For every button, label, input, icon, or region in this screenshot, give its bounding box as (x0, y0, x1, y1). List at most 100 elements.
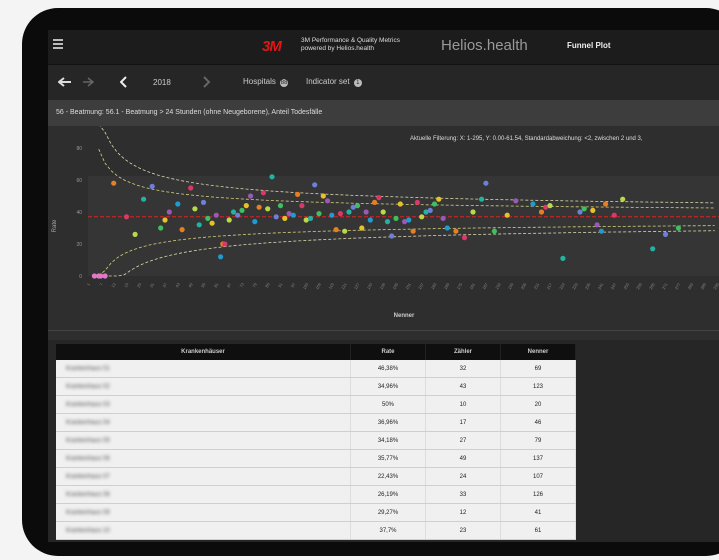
rate-cell: 34,18% (350, 431, 426, 450)
col-header-hospital[interactable]: Krankenhäuser (56, 344, 351, 360)
app-screen: 3M 3M Performance & Quality Metrics powe… (48, 30, 719, 542)
x-tick-label: 7 (98, 281, 104, 286)
rate-cell: 37,7% (350, 521, 426, 540)
data-point (192, 206, 198, 212)
hospital-name-cell: Krankenhaus 03 (56, 395, 351, 414)
table-row[interactable]: Krankenhaus 03 50% 10 20 (56, 395, 576, 414)
data-point (393, 215, 399, 221)
table-row[interactable]: Krankenhaus 08 26,19% 33 126 (56, 485, 576, 504)
forward-arrow-icon[interactable] (82, 77, 94, 87)
table-row[interactable]: Krankenhaus 05 34,18% 27 79 (56, 431, 576, 450)
hamburger-menu-icon[interactable] (53, 39, 63, 49)
data-point (282, 215, 288, 221)
hospital-name-cell: Krankenhaus 08 (56, 485, 351, 504)
table-row[interactable]: Krankenhaus 10 37,7% 23 61 (56, 521, 576, 540)
data-point (598, 228, 605, 234)
x-tick-label: 121 (340, 281, 348, 290)
hospital-name-cell: Krankenhaus 07 (56, 467, 351, 486)
hospitals-filter[interactable]: Hospitals 88 (243, 77, 289, 87)
data-point (372, 199, 378, 205)
funnel-plot-area: Aktuelle Filterung: X: 1-295, Y: 0.00-61… (48, 126, 719, 340)
zaehler-cell: 10 (425, 395, 501, 414)
data-point (162, 217, 168, 223)
data-point (149, 183, 155, 189)
zaehler-cell: 27 (425, 431, 501, 450)
data-point (213, 212, 219, 218)
data-point (406, 217, 412, 223)
col-header-nenner[interactable]: Nenner (500, 344, 576, 360)
data-point (397, 201, 403, 207)
table-row[interactable]: Krankenhaus 02 34,96% 43 123 (56, 377, 576, 396)
data-point (265, 206, 271, 212)
data-point (316, 211, 322, 217)
data-point (141, 196, 147, 202)
data-point (611, 212, 617, 218)
data-point (243, 203, 249, 209)
zaehler-cell: 32 (425, 360, 501, 378)
data-point (384, 219, 391, 225)
x-tick-label: 211 (533, 281, 541, 290)
data-point (218, 254, 224, 260)
data-point (354, 203, 361, 209)
x-tick-label: 289 (699, 281, 707, 290)
nenner-cell: 61 (500, 521, 576, 540)
x-tick-label: 295 (712, 281, 719, 290)
hospital-name-cell: Krankenhaus 01 (56, 360, 351, 378)
data-point (196, 222, 202, 228)
x-tick-label: 127 (353, 281, 361, 290)
chevron-left-icon[interactable] (120, 76, 128, 88)
back-arrow-icon[interactable] (58, 77, 72, 87)
table-row[interactable]: Krankenhaus 09 29,27% 12 41 (56, 503, 576, 522)
indicator-set-filter[interactable]: Indicator set 1 (306, 77, 362, 87)
data-point (419, 214, 425, 220)
y-tick-label: 60 (76, 178, 82, 184)
hospital-name-cell: Krankenhaus 05 (56, 431, 351, 450)
data-point (312, 182, 318, 188)
funnel-plot[interactable]: 0 20 40 60 80 1 7 13 19 25 31 37 43 49 55 61 67 73 79 85 91… (48, 126, 719, 340)
indicator-count-badge: 1 (353, 79, 362, 87)
data-point (431, 201, 438, 207)
x-tick-label: 43 (174, 281, 181, 288)
chevron-right-icon[interactable] (203, 76, 211, 88)
data-point (209, 220, 215, 226)
data-point (342, 228, 348, 234)
col-header-rate[interactable]: Rate (350, 344, 426, 360)
x-tick-label: 139 (379, 281, 387, 290)
table-row[interactable]: Krankenhaus 01 46,38% 32 69 (56, 360, 576, 378)
nenner-cell: 20 (500, 395, 576, 414)
x-tick-label: 49 (187, 281, 194, 288)
data-point (547, 203, 553, 209)
data-point (675, 225, 682, 231)
x-tick-label: 73 (238, 281, 245, 288)
data-point (359, 225, 365, 231)
data-point (333, 227, 339, 233)
table-row[interactable]: Krankenhaus 04 36,96% 17 46 (56, 413, 576, 432)
year-label: 2018 (153, 78, 171, 87)
data-point (158, 225, 164, 231)
rate-cell: 34,96% (350, 377, 426, 396)
x-tick-label: 223 (558, 281, 566, 290)
data-point (650, 246, 656, 252)
x-tick-label: 109 (314, 281, 322, 290)
data-point (530, 201, 536, 207)
x-tick-label: 181 (468, 281, 476, 290)
data-point (179, 227, 185, 233)
hospital-name-cell: Krankenhaus 02 (56, 377, 351, 396)
zaehler-cell: 24 (425, 467, 501, 486)
rate-cell: 46,38% (350, 360, 426, 378)
hospital-name-cell: Krankenhaus 04 (56, 413, 351, 432)
data-point (307, 215, 314, 221)
nenner-cell: 41 (500, 503, 576, 522)
hospital-name-cell: Krankenhaus 09 (56, 503, 351, 522)
table-row[interactable]: Krankenhaus 06 35,77% 49 137 (56, 449, 576, 468)
hospital-name-cell: Krankenhaus 10 (56, 521, 351, 540)
data-point (513, 198, 519, 204)
col-header-zaehler[interactable]: Zähler (425, 344, 501, 360)
zaehler-cell: 17 (425, 413, 501, 432)
table-row[interactable]: Krankenhaus 07 22,43% 24 107 (56, 467, 576, 486)
x-tick-label: 163 (430, 281, 438, 290)
data-point (295, 191, 301, 197)
x-tick-label: 169 (443, 281, 451, 290)
brand-line-1: 3M Performance & Quality Metrics (301, 37, 400, 44)
nenner-cell: 79 (500, 431, 576, 450)
